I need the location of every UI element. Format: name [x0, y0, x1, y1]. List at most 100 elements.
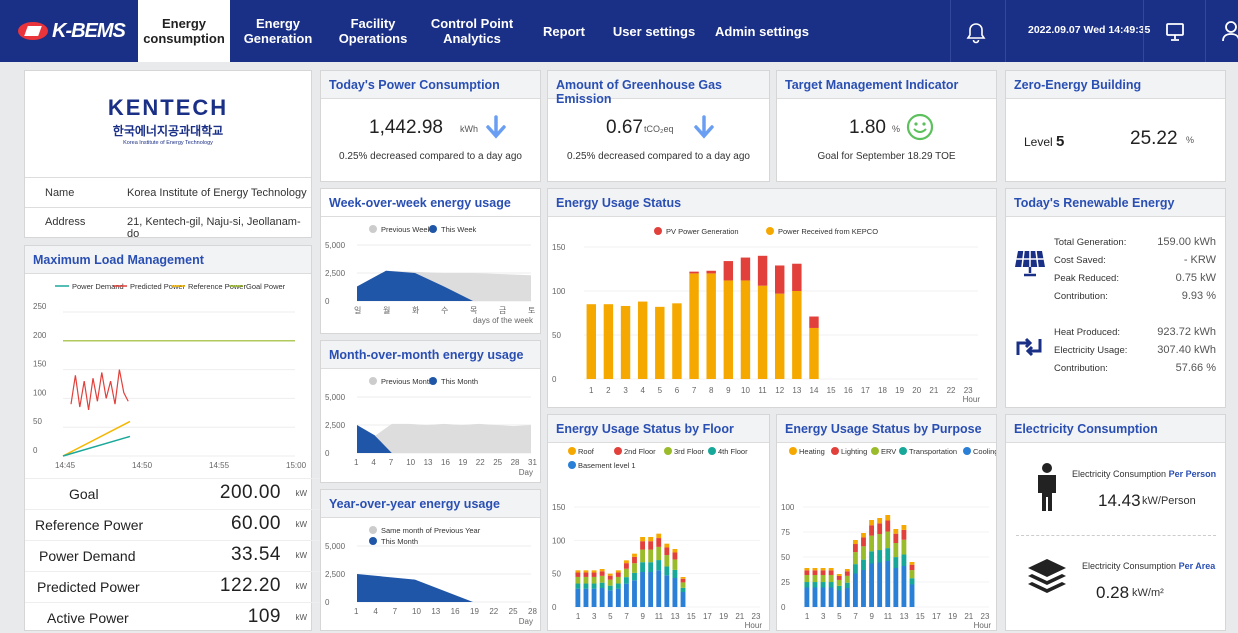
bar-kepco: [603, 304, 614, 379]
nav-label: Energy: [161, 16, 207, 31]
x-tick-label: 3: [592, 612, 597, 621]
y-tick-label: 100: [552, 287, 566, 296]
nav-energy-generation[interactable]: Energy Generation: [232, 0, 324, 62]
stacked-bar-segment: [615, 570, 621, 573]
x-tick-label: 4: [640, 386, 645, 395]
y-tick-label: 50: [552, 570, 561, 579]
divider: [1016, 535, 1216, 536]
stacked-bar-segment: [575, 583, 581, 589]
legend-label: Goal Power: [246, 282, 286, 291]
y-tick-label: 2,500: [325, 269, 346, 278]
logo-mark-icon: [18, 22, 48, 40]
stat-value: 923.72 kWh: [1157, 326, 1216, 338]
bar-kepco: [706, 273, 716, 379]
bell-icon[interactable]: [966, 22, 986, 44]
row-label: Power Demand: [39, 548, 136, 564]
row-label: Active Power: [47, 610, 129, 626]
stacked-bar-segment: [583, 588, 589, 607]
stacked-bar-segment: [885, 561, 891, 607]
stacked-bar-segment: [680, 592, 686, 607]
legend-dot: [568, 461, 576, 469]
stacked-bar-segment: [648, 537, 654, 542]
stacked-bar-segment: [591, 583, 597, 589]
energy-usage-status-chart: PV Power Generation Power Received from K…: [552, 227, 980, 404]
nav-report[interactable]: Report: [536, 0, 592, 62]
legend-label: 4th Floor: [718, 447, 748, 456]
x-tick-label: 월: [383, 305, 390, 315]
x-axis-unit: Hour: [974, 621, 992, 630]
y-tick-label: 0: [552, 375, 557, 384]
x-tick-label: 25: [493, 458, 502, 467]
kpi-unit: kWh: [460, 124, 478, 134]
nav-admin-settings[interactable]: Admin settings: [712, 0, 812, 62]
nav-label: Admin settings: [715, 23, 809, 39]
nav-divider: [1005, 0, 1006, 62]
legend-dot: [871, 447, 879, 455]
user-icon[interactable]: [1222, 20, 1238, 42]
nav-energy-consumption[interactable]: Energy consumption: [138, 0, 230, 62]
stacked-bar-segment: [672, 559, 678, 570]
card-title: Electricity Consumption: [1006, 415, 1225, 443]
x-tick-label: 19: [458, 458, 467, 467]
x-tick-label: 4: [371, 458, 376, 467]
stacked-bar-segment: [836, 585, 842, 591]
stacked-bar-segment: [861, 559, 866, 570]
name-value: Korea Institute of Energy Technology: [127, 187, 307, 199]
building-profile-card: KENTECH 한국에너지공과대학교 Korea Institute of En…: [24, 70, 312, 240]
x-tick-label: 금: [499, 306, 506, 315]
legend-label: Same month of Previous Year: [381, 526, 481, 535]
stacked-bar-segment: [615, 576, 621, 584]
zeb-level-label: Level: [1024, 135, 1053, 149]
legend-dot: [429, 377, 437, 385]
legend-label: This Week: [441, 225, 477, 234]
row-label: Goal: [69, 486, 99, 502]
x-tick-label: 화: [412, 306, 420, 315]
y-tick-label: 2,500: [325, 421, 346, 430]
stacked-bar-segment: [804, 582, 810, 588]
x-tick-label: 10: [406, 458, 415, 467]
stacked-bar-segment: [885, 520, 891, 532]
x-tick-label: 11: [655, 612, 664, 621]
x-tick-label: 14:55: [209, 461, 230, 470]
stacked-bar-segment: [607, 579, 613, 586]
x-tick-label: 13: [792, 386, 801, 395]
app-logo[interactable]: K-BEMS: [18, 20, 126, 42]
x-tick-label: 7: [624, 612, 629, 621]
y-tick-label: 0: [325, 297, 330, 306]
legend-label: Roof: [578, 447, 595, 456]
stacked-bar-segment: [836, 575, 842, 580]
zero-energy-building-card: Zero-Energy Building Level 5 25.22 %: [1005, 70, 1226, 182]
x-tick-label: 23: [964, 386, 973, 395]
x-tick-label: 28: [511, 458, 520, 467]
x-tick-label: 2: [606, 386, 611, 395]
stacked-bar-segment: [861, 570, 866, 607]
x-tick-label: 3: [623, 386, 628, 395]
row-label: Predicted Power: [37, 579, 140, 595]
x-tick-label: 11: [758, 386, 767, 395]
x-tick-label: 20: [912, 386, 921, 395]
legend-dot: [766, 227, 774, 235]
reference-power-row: Reference Power 60.00 kW: [25, 509, 321, 540]
legend-label: Previous Week: [381, 225, 432, 234]
stacked-bar-segment: [575, 576, 581, 584]
nav-facility-operations[interactable]: Facility Operations: [330, 0, 416, 62]
x-tick-label: 3: [821, 612, 826, 621]
x-tick-label: 17: [703, 612, 712, 621]
monitor-icon[interactable]: [1165, 22, 1185, 42]
stacked-bar-segment: [812, 568, 818, 571]
stacked-bar-segment: [869, 535, 875, 552]
stacked-bar-segment: [844, 569, 850, 572]
stacked-bar-segment: [812, 575, 818, 583]
x-tick-label: 25: [509, 607, 518, 616]
y-tick-label: 0: [325, 449, 330, 458]
kpi-value: 1,442.98: [369, 117, 443, 138]
legend-dot: [568, 447, 576, 455]
logo-korean-text: 한국에너지공과대학교: [112, 124, 224, 138]
legend-dot: [664, 447, 672, 455]
nav-control-point-analytics[interactable]: Control Point Analytics: [422, 0, 522, 62]
x-tick-label: 1: [576, 612, 581, 621]
nav-user-settings[interactable]: User settings: [604, 0, 704, 62]
month-over-month-chart: Previous Month This Month 5,000 2,500 0 1 4 7 10…: [325, 377, 537, 477]
stacked-bar-segment: [623, 577, 629, 584]
legend-dot: [789, 447, 797, 455]
